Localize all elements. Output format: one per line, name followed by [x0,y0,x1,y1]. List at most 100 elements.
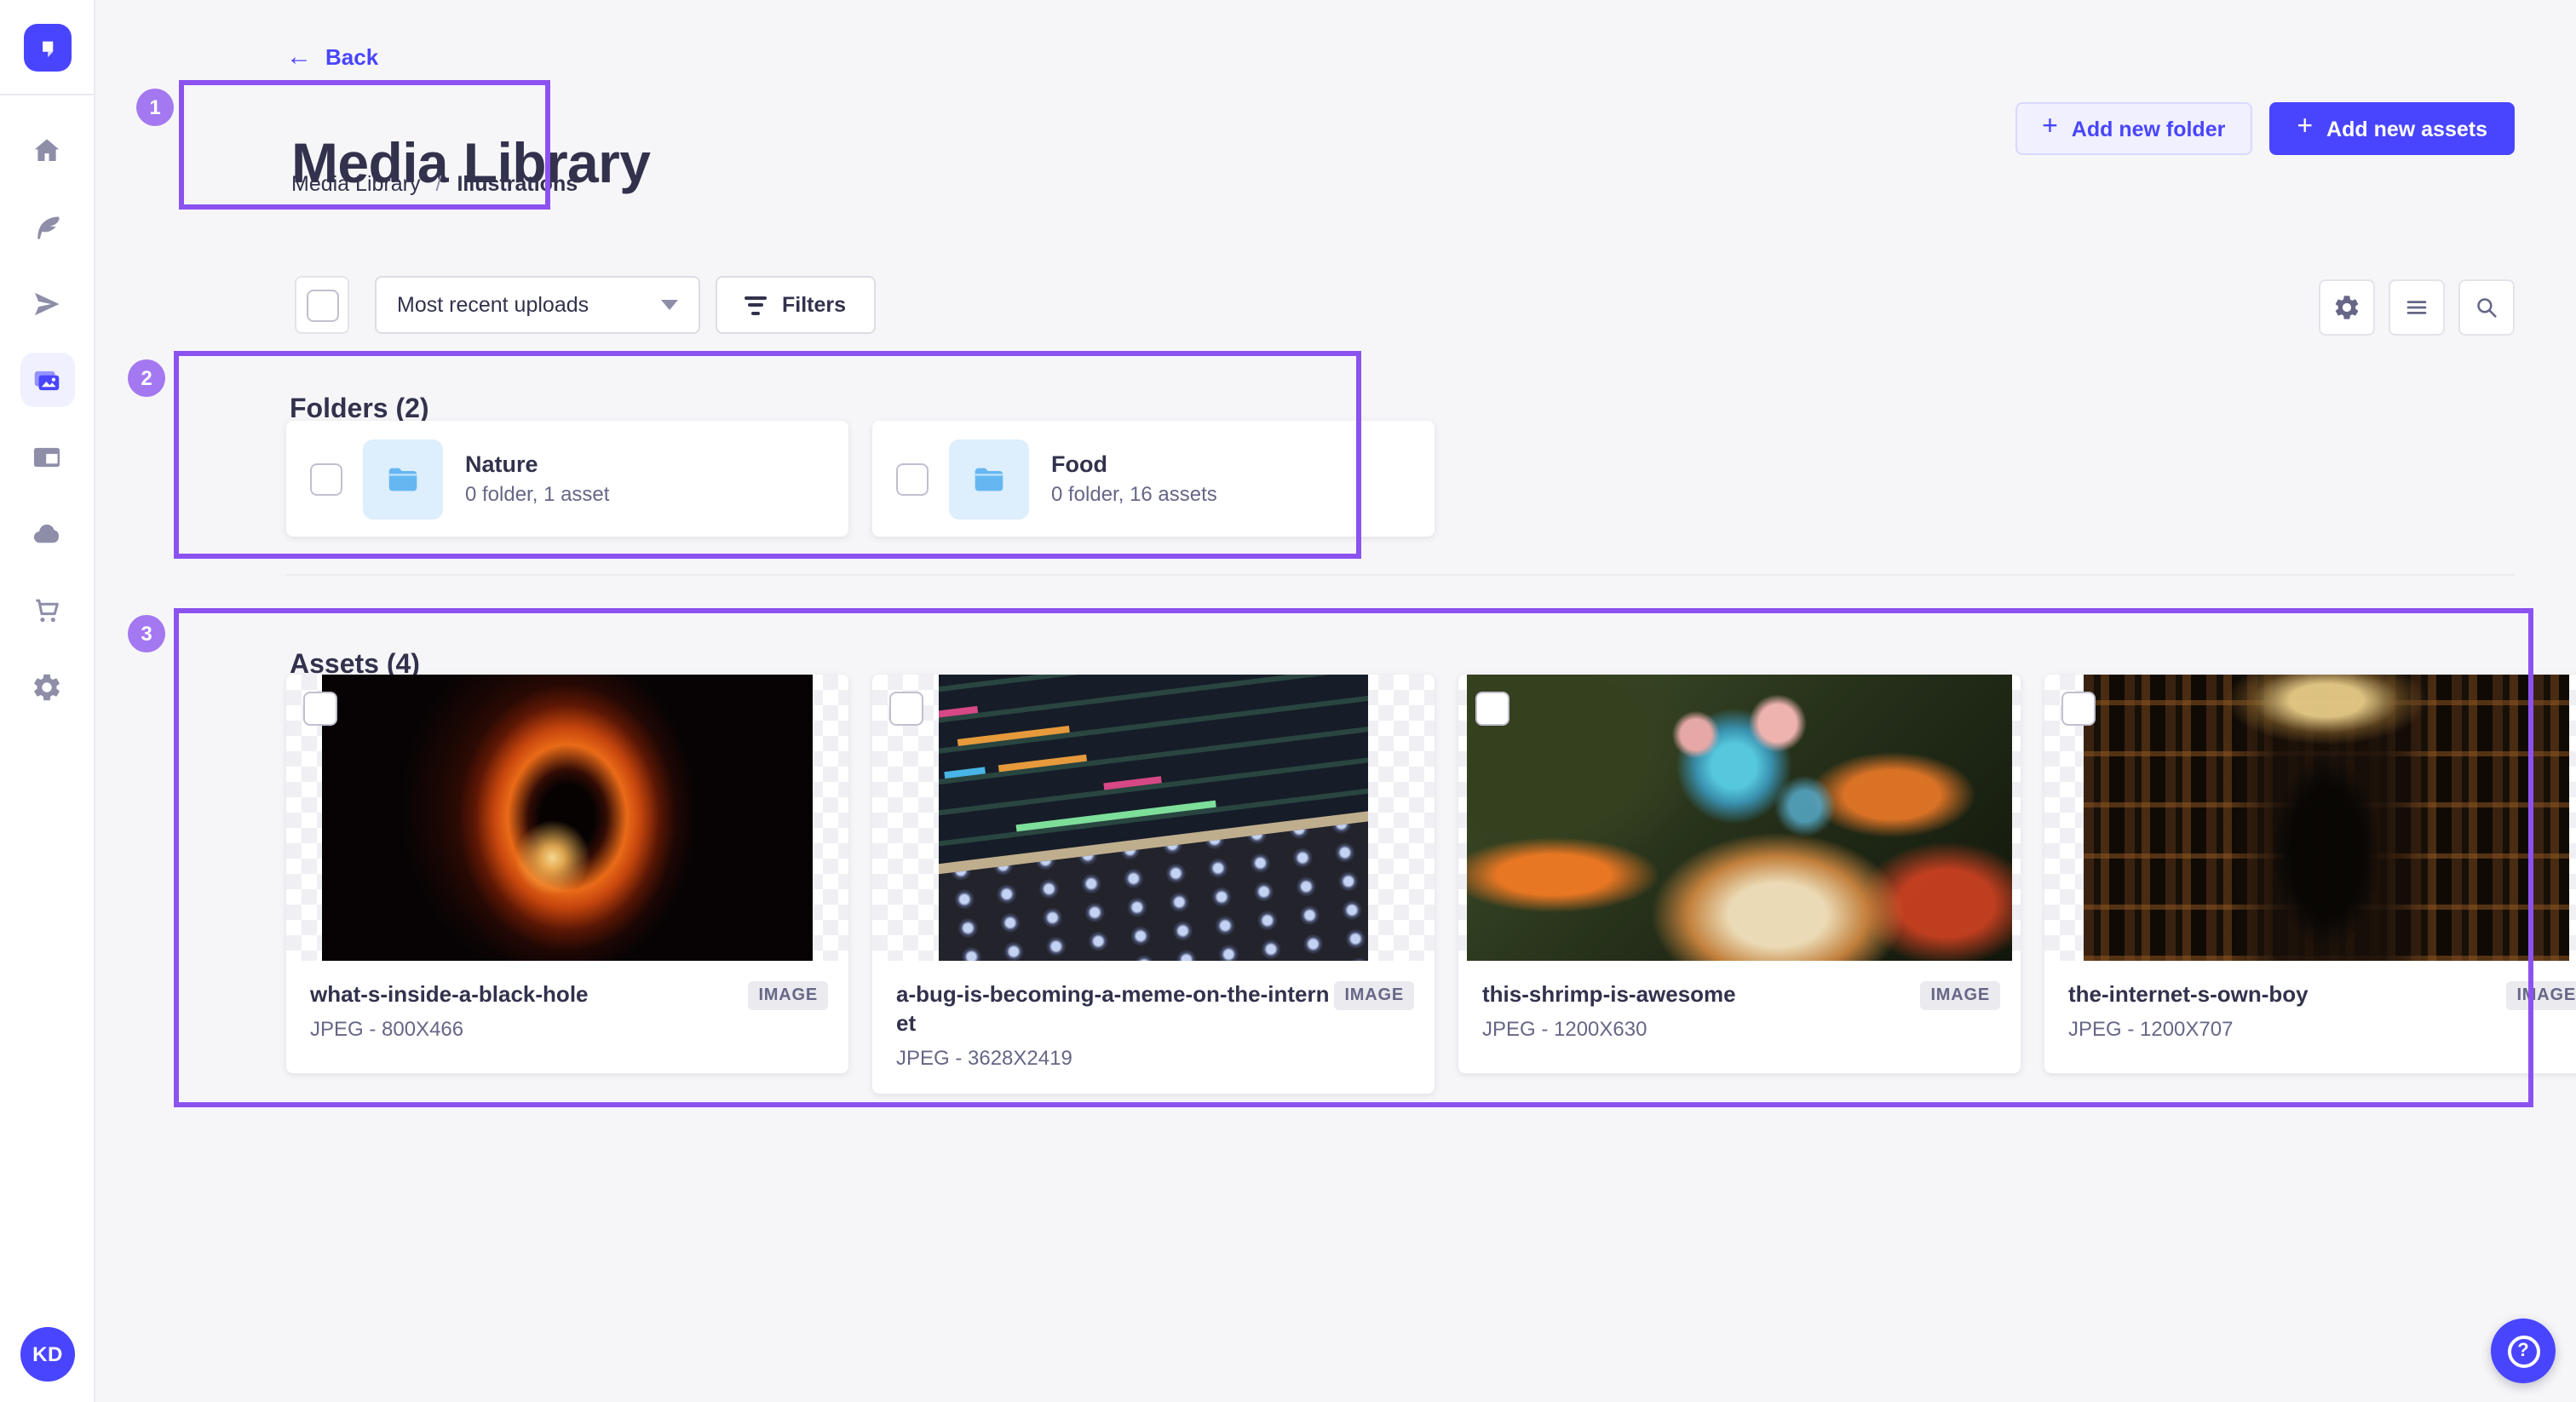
section-divider [286,574,2515,576]
sort-dropdown[interactable]: Most recent uploads [375,276,700,334]
paper-plane-icon [31,287,63,319]
back-label: Back [325,44,378,70]
breadcrumb-parent[interactable]: Media Library [291,172,420,196]
gear-icon [2332,293,2361,322]
sidebar-item-releases[interactable] [20,276,74,330]
asset-card-black-hole[interactable]: what-s-inside-a-black-hole JPEG - 800X46… [286,675,848,1073]
sidebar-nav [0,95,94,714]
add-new-assets-button[interactable]: + Add new assets [2269,102,2515,155]
asset-checkbox[interactable] [889,692,923,726]
asset-card-internet-own-boy[interactable]: the-internet-s-own-boy JPEG - 1200X707 I… [2044,675,2576,1073]
toolbar-right [2319,279,2515,336]
sidebar-item-marketplace[interactable] [20,583,74,637]
asset-thumbnail [286,675,848,961]
header-actions: + Add new folder + Add new assets [2015,102,2515,155]
asset-meta: JPEG - 3628X2419 [896,1046,1334,1070]
back-arrow-icon: ← [286,44,312,70]
asset-info: a-bug-is-becoming-a-meme-on-the-internet… [896,981,1334,1070]
asset-type-badge: IMAGE [2506,981,2576,1010]
strapi-logo[interactable] [23,23,71,71]
breadcrumb: Media Library / Illustrations [291,172,578,196]
layout-icon [31,440,63,473]
asset-checkbox[interactable] [1475,692,1509,726]
asset-thumbnail [2044,675,2576,961]
search-icon [2472,293,2501,322]
folder-icon [969,459,1009,498]
asset-footer: what-s-inside-a-black-hole JPEG - 800X46… [286,961,848,1073]
question-mark-icon: ? [2507,1335,2539,1367]
folder-card-nature[interactable]: Nature 0 folder, 1 asset [286,421,848,537]
asset-card-bug-meme[interactable]: a-bug-is-becoming-a-meme-on-the-internet… [872,675,1435,1094]
asset-info: this-shrimp-is-awesome JPEG - 1200X630 [1482,981,1736,1041]
cloud-icon [31,517,63,549]
strapi-logo-icon [28,28,66,66]
feather-icon [31,210,63,243]
folder-info: Food 0 folder, 16 assets [1051,451,1217,506]
asset-footer: this-shrimp-is-awesome JPEG - 1200X630 I… [1458,961,2021,1073]
media-library-page: KD ← Back Media Library Media Library / … [0,0,2576,1402]
sidebar-item-settings[interactable] [20,659,74,714]
filter-icon [745,296,767,314]
plus-icon: + [2297,114,2313,141]
sidebar-item-content-manager[interactable] [20,199,74,254]
cart-icon [31,594,63,626]
asset-meta: JPEG - 1200X630 [1482,1017,1736,1041]
asset-meta: JPEG - 1200X707 [2068,1017,2309,1041]
filters-button[interactable]: Filters [716,276,875,334]
asset-title: a-bug-is-becoming-a-meme-on-the-internet [896,981,1334,1039]
breadcrumb-separator: / [435,172,441,196]
home-icon [31,134,63,166]
logo-container [0,0,94,95]
folder-card-food[interactable]: Food 0 folder, 16 assets [872,421,1435,537]
folder-checkbox[interactable] [896,463,929,495]
folder-tile [363,439,443,519]
asset-image-black-hole [322,675,813,961]
sidebar-item-home[interactable] [20,123,74,177]
asset-type-badge: IMAGE [748,981,828,1010]
asset-image-library [2083,675,2568,961]
asset-meta: JPEG - 800X466 [310,1017,589,1041]
toolbar-left: Most recent uploads Filters [295,276,875,334]
settings-button[interactable] [2319,279,2375,336]
asset-thumbnail [1458,675,2021,961]
sidebar: KD [0,0,95,1402]
asset-title: the-internet-s-own-boy [2068,981,2309,1010]
asset-image-code-laptop [939,675,1368,961]
list-view-button[interactable] [2389,279,2445,336]
breadcrumb-current: Illustrations [457,172,578,196]
back-link[interactable]: ← Back [286,44,378,70]
add-new-folder-button[interactable]: + Add new folder [2015,102,2252,155]
folder-meta: 0 folder, 16 assets [1051,482,1217,506]
plus-icon: + [2042,114,2058,141]
filters-label: Filters [782,293,846,317]
asset-image-shrimp [1467,675,2012,961]
asset-thumbnail [872,675,1435,961]
chevron-down-icon [661,300,678,310]
select-all-checkbox[interactable] [306,289,338,321]
help-button[interactable]: ? [2491,1319,2556,1383]
sidebar-item-media-library[interactable] [20,353,74,407]
search-button[interactable] [2458,279,2515,336]
sidebar-item-deploy[interactable] [20,506,74,560]
folder-meta: 0 folder, 1 asset [465,482,609,506]
folders-list: Nature 0 folder, 1 asset Food 0 folder, … [286,421,1435,537]
asset-type-badge: IMAGE [1920,981,2000,1010]
folder-checkbox[interactable] [310,463,342,495]
user-avatar[interactable]: KD [20,1327,75,1382]
asset-info: the-internet-s-own-boy JPEG - 1200X707 [2068,981,2309,1041]
asset-footer: the-internet-s-own-boy JPEG - 1200X707 I… [2044,961,2576,1073]
folder-name: Food [1051,451,1217,477]
asset-card-shrimp[interactable]: this-shrimp-is-awesome JPEG - 1200X630 I… [1458,675,2021,1073]
folder-icon [383,459,423,498]
main-content: ← Back Media Library Media Library / Ill… [95,0,2576,1402]
add-assets-label: Add new assets [2326,117,2487,141]
sort-value: Most recent uploads [397,293,589,317]
media-library-icon [31,364,63,396]
folder-info: Nature 0 folder, 1 asset [465,451,609,506]
folder-tile [949,439,1029,519]
asset-checkbox[interactable] [303,692,337,726]
select-all-checkbox-button[interactable] [295,276,349,334]
asset-title: this-shrimp-is-awesome [1482,981,1736,1010]
sidebar-item-content-type-builder[interactable] [20,429,74,484]
asset-checkbox[interactable] [2061,692,2096,726]
